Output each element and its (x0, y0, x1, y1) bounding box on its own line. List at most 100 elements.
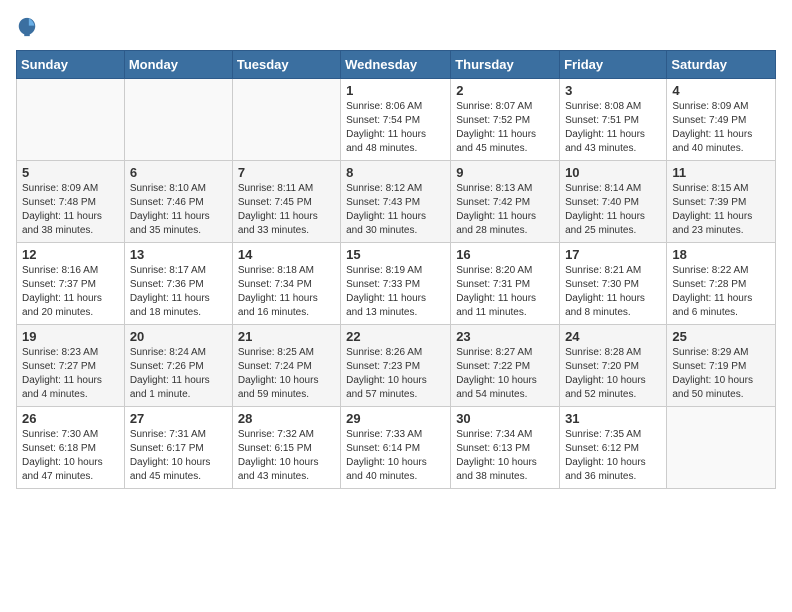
page-header (16, 16, 776, 38)
calendar-cell: 24 Sunrise: 8:28 AM Sunset: 7:20 PM Dayli… (560, 325, 667, 407)
day-info: Sunrise: 8:29 AM Sunset: 7:19 PM Dayligh… (672, 346, 770, 402)
day-info: Sunrise: 8:17 AM Sunset: 7:36 PM Dayligh… (130, 264, 227, 320)
calendar-table: SundayMondayTuesdayWednesdayThursdayFrid… (16, 50, 776, 489)
day-info: Sunrise: 8:28 AM Sunset: 7:20 PM Dayligh… (565, 346, 661, 402)
day-info: Sunrise: 7:35 AM Sunset: 6:12 PM Dayligh… (565, 428, 661, 484)
day-number: 18 (672, 247, 770, 262)
day-number: 30 (456, 411, 554, 426)
day-info: Sunrise: 7:30 AM Sunset: 6:18 PM Dayligh… (22, 428, 119, 484)
calendar-cell: 6Sunrise: 8:10 AM Sunset: 7:46 PM Daylig… (124, 161, 232, 243)
day-number: 31 (565, 411, 661, 426)
day-info: Sunrise: 8:15 AM Sunset: 7:39 PM Dayligh… (672, 182, 770, 238)
day-number: 3 (565, 83, 661, 98)
day-header-friday: Friday (560, 51, 667, 79)
day-number: 15 (346, 247, 445, 262)
day-info: Sunrise: 8:24 AM Sunset: 7:26 PM Dayligh… (130, 346, 227, 402)
logo (16, 16, 42, 38)
day-number: 4 (672, 83, 770, 98)
day-info: Sunrise: 7:34 AM Sunset: 6:13 PM Dayligh… (456, 428, 554, 484)
calendar-cell: 9 Sunrise: 8:13 AM Sunset: 7:42 PM Daylig… (451, 161, 560, 243)
day-number: 5 (22, 165, 119, 180)
day-number: 21 (238, 329, 335, 344)
calendar-cell: 7 Sunrise: 8:11 AM Sunset: 7:45 PM Daylig… (232, 161, 340, 243)
day-info: Sunrise: 8:22 AM Sunset: 7:28 PM Dayligh… (672, 264, 770, 320)
day-info: Sunrise: 8:20 AM Sunset: 7:31 PM Dayligh… (456, 264, 554, 320)
day-header-thursday: Thursday (451, 51, 560, 79)
day-number: 28 (238, 411, 335, 426)
calendar-cell (124, 79, 232, 161)
logo-icon (16, 16, 38, 38)
calendar-cell: 17 Sunrise: 8:21 AM Sunset: 7:30 PM Dayli… (560, 243, 667, 325)
day-header-monday: Monday (124, 51, 232, 79)
day-info: Sunrise: 8:09 AM Sunset: 7:49 PM Dayligh… (672, 100, 770, 156)
day-number: 25 (672, 329, 770, 344)
calendar-cell: 30 Sunrise: 7:34 AM Sunset: 6:13 PM Dayli… (451, 407, 560, 489)
day-info: Sunrise: 8:19 AM Sunset: 7:33 PM Dayligh… (346, 264, 445, 320)
day-number: 16 (456, 247, 554, 262)
calendar-cell: 4 Sunrise: 8:09 AM Sunset: 7:49 PM Daylig… (667, 79, 776, 161)
calendar-cell: 2 Sunrise: 8:07 AM Sunset: 7:52 PM Daylig… (451, 79, 560, 161)
day-number: 17 (565, 247, 661, 262)
day-header-sunday: Sunday (17, 51, 125, 79)
day-number: 12 (22, 247, 119, 262)
day-number: 26 (22, 411, 119, 426)
calendar-cell: 25 Sunrise: 8:29 AM Sunset: 7:19 PM Dayli… (667, 325, 776, 407)
day-info: Sunrise: 8:26 AM Sunset: 7:23 PM Dayligh… (346, 346, 445, 402)
calendar-cell: 12 Sunrise: 8:16 AM Sunset: 7:37 PM Dayli… (17, 243, 125, 325)
day-number: 29 (346, 411, 445, 426)
calendar-cell: 21Sunrise: 8:25 AM Sunset: 7:24 PM Dayli… (232, 325, 340, 407)
calendar-cell: 20 Sunrise: 8:24 AM Sunset: 7:26 PM Dayli… (124, 325, 232, 407)
calendar-cell: 27Sunrise: 7:31 AM Sunset: 6:17 PM Dayli… (124, 407, 232, 489)
day-number: 9 (456, 165, 554, 180)
calendar-cell: 14 Sunrise: 8:18 AM Sunset: 7:34 PM Dayli… (232, 243, 340, 325)
day-number: 20 (130, 329, 227, 344)
day-info: Sunrise: 8:27 AM Sunset: 7:22 PM Dayligh… (456, 346, 554, 402)
day-number: 14 (238, 247, 335, 262)
calendar-cell: 8 Sunrise: 8:12 AM Sunset: 7:43 PM Daylig… (341, 161, 451, 243)
day-info: Sunrise: 7:31 AM Sunset: 6:17 PM Dayligh… (130, 428, 227, 484)
day-number: 2 (456, 83, 554, 98)
day-info: Sunrise: 7:33 AM Sunset: 6:14 PM Dayligh… (346, 428, 445, 484)
day-header-tuesday: Tuesday (232, 51, 340, 79)
calendar-cell (667, 407, 776, 489)
calendar-cell: 13 Sunrise: 8:17 AM Sunset: 7:36 PM Dayli… (124, 243, 232, 325)
calendar-cell: 19Sunrise: 8:23 AM Sunset: 7:27 PM Dayli… (17, 325, 125, 407)
day-header-saturday: Saturday (667, 51, 776, 79)
day-number: 19 (22, 329, 119, 344)
day-info: Sunrise: 8:07 AM Sunset: 7:52 PM Dayligh… (456, 100, 554, 156)
day-number: 13 (130, 247, 227, 262)
day-info: Sunrise: 8:11 AM Sunset: 7:45 PM Dayligh… (238, 182, 335, 238)
day-info: Sunrise: 8:12 AM Sunset: 7:43 PM Dayligh… (346, 182, 445, 238)
calendar-cell: 15 Sunrise: 8:19 AM Sunset: 7:33 PM Dayli… (341, 243, 451, 325)
day-number: 7 (238, 165, 335, 180)
day-number: 6 (130, 165, 227, 180)
day-info: Sunrise: 8:08 AM Sunset: 7:51 PM Dayligh… (565, 100, 661, 156)
calendar-cell: 26 Sunrise: 7:30 AM Sunset: 6:18 PM Dayli… (17, 407, 125, 489)
day-header-wednesday: Wednesday (341, 51, 451, 79)
day-info: Sunrise: 7:32 AM Sunset: 6:15 PM Dayligh… (238, 428, 335, 484)
calendar-cell: 22 Sunrise: 8:26 AM Sunset: 7:23 PM Dayli… (341, 325, 451, 407)
day-number: 8 (346, 165, 445, 180)
day-info: Sunrise: 8:14 AM Sunset: 7:40 PM Dayligh… (565, 182, 661, 238)
day-number: 23 (456, 329, 554, 344)
day-info: Sunrise: 8:09 AM Sunset: 7:48 PM Dayligh… (22, 182, 119, 238)
day-number: 22 (346, 329, 445, 344)
day-number: 11 (672, 165, 770, 180)
calendar-cell (17, 79, 125, 161)
day-info: Sunrise: 8:18 AM Sunset: 7:34 PM Dayligh… (238, 264, 335, 320)
day-number: 1 (346, 83, 445, 98)
calendar-cell: 10 Sunrise: 8:14 AM Sunset: 7:40 PM Dayli… (560, 161, 667, 243)
calendar-cell: 5 Sunrise: 8:09 AM Sunset: 7:48 PM Daylig… (17, 161, 125, 243)
calendar-cell: 16 Sunrise: 8:20 AM Sunset: 7:31 PM Dayli… (451, 243, 560, 325)
calendar-cell (232, 79, 340, 161)
calendar-cell: 29 Sunrise: 7:33 AM Sunset: 6:14 PM Dayli… (341, 407, 451, 489)
day-number: 24 (565, 329, 661, 344)
day-info: Sunrise: 8:13 AM Sunset: 7:42 PM Dayligh… (456, 182, 554, 238)
day-number: 10 (565, 165, 661, 180)
day-info: Sunrise: 8:21 AM Sunset: 7:30 PM Dayligh… (565, 264, 661, 320)
day-info: Sunrise: 8:16 AM Sunset: 7:37 PM Dayligh… (22, 264, 119, 320)
calendar-cell: 11 Sunrise: 8:15 AM Sunset: 7:39 PM Dayli… (667, 161, 776, 243)
calendar-cell: 1 Sunrise: 8:06 AM Sunset: 7:54 PM Daylig… (341, 79, 451, 161)
day-info: Sunrise: 8:06 AM Sunset: 7:54 PM Dayligh… (346, 100, 445, 156)
calendar-cell: 28 Sunrise: 7:32 AM Sunset: 6:15 PM Dayli… (232, 407, 340, 489)
